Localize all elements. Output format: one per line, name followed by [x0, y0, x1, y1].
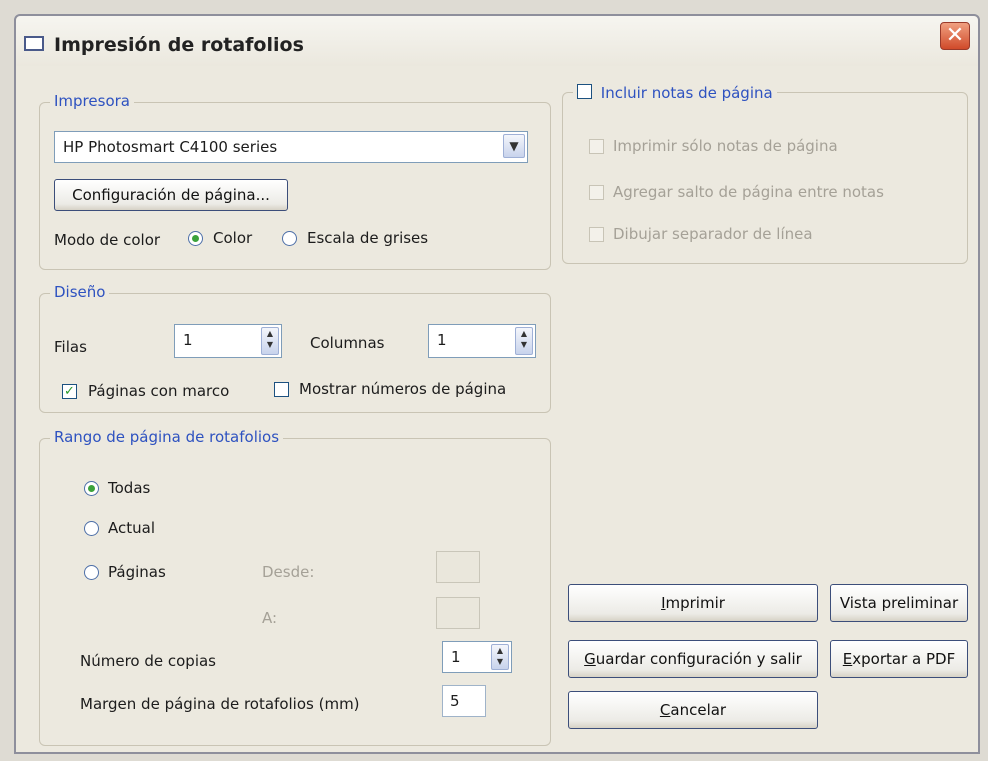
- current-page-label: Actual: [108, 519, 155, 537]
- print-button-label: mprimir: [665, 594, 725, 612]
- columns-value: 1: [437, 331, 447, 349]
- grayscale-radio-label: Escala de grises: [307, 229, 429, 247]
- printer-legend: Impresora: [50, 92, 134, 110]
- print-flipchart-dialog: Impresión de rotafolios ✕ Impresora HP P…: [14, 14, 980, 754]
- page-range-group: Rango de página de rotafolios Todas Actu…: [39, 428, 551, 746]
- columns-stepper[interactable]: 1 ▲ ▼: [428, 324, 536, 358]
- printer-select[interactable]: HP Photosmart C4100 series ▼: [54, 131, 528, 163]
- color-mode-label: Modo de color: [54, 231, 161, 249]
- page-break-checkbox[interactable]: [589, 185, 604, 200]
- line-separator-label: Dibujar separador de línea: [613, 225, 813, 243]
- save-settings-exit-button[interactable]: Guardar configuración y salir: [568, 640, 818, 678]
- show-page-numbers-checkbox[interactable]: [274, 382, 289, 397]
- page-setup-button[interactable]: Configuración de página...: [54, 179, 288, 211]
- print-only-notes-label: Imprimir sólo notas de página: [613, 137, 838, 155]
- window-icon: [24, 36, 44, 51]
- color-radio-label: Color: [213, 229, 253, 247]
- print-button[interactable]: Imprimir: [568, 584, 818, 622]
- export-button-label: xportar a PDF: [852, 650, 956, 668]
- printer-select-value: HP Photosmart C4100 series: [63, 138, 278, 156]
- save-button-mnemonic: G: [584, 650, 596, 668]
- pages-radio[interactable]: [84, 565, 99, 580]
- pages-label: Páginas: [108, 563, 166, 581]
- copies-label: Número de copias: [80, 652, 216, 670]
- window-title: Impresión de rotafolios: [54, 34, 304, 56]
- rows-stepper[interactable]: 1 ▲ ▼: [174, 324, 282, 358]
- print-only-notes-checkbox[interactable]: [589, 139, 604, 154]
- copies-value: 1: [451, 648, 461, 666]
- stepper-arrows-icon[interactable]: ▲ ▼: [261, 327, 279, 355]
- framed-pages-checkbox[interactable]: ✓: [62, 384, 77, 399]
- design-legend: Diseño: [50, 283, 110, 301]
- stepper-arrows-icon[interactable]: ▲ ▼: [491, 644, 509, 670]
- margin-input[interactable]: 5: [442, 685, 486, 717]
- save-button-label: uardar configuración y salir: [595, 650, 802, 668]
- export-button-mnemonic: E: [842, 650, 853, 668]
- cancel-button-label: ancelar: [670, 701, 727, 719]
- cancel-button[interactable]: Cancelar: [568, 691, 818, 729]
- chevron-down-icon[interactable]: ▼: [503, 134, 525, 158]
- include-notes-label: Incluir notas de página: [600, 83, 773, 102]
- design-group: Diseño Filas 1 ▲ ▼ Columnas 1 ▲ ▼ ✓ Página…: [39, 283, 551, 413]
- copies-stepper[interactable]: 1 ▲ ▼: [442, 641, 512, 673]
- margin-value: 5: [450, 692, 460, 710]
- to-label: A:: [262, 609, 278, 627]
- line-separator-checkbox[interactable]: [589, 227, 604, 242]
- current-page-radio[interactable]: [84, 521, 99, 536]
- rows-label: Filas: [54, 338, 87, 356]
- all-pages-label: Todas: [108, 479, 151, 497]
- grayscale-radio[interactable]: [282, 231, 297, 246]
- to-page-input[interactable]: [436, 597, 480, 629]
- notes-group: Incluir notas de página Imprimir sólo no…: [562, 83, 968, 264]
- rows-value: 1: [183, 331, 193, 349]
- stepper-arrows-icon[interactable]: ▲ ▼: [515, 327, 533, 355]
- printer-group: Impresora HP Photosmart C4100 series ▼ C…: [39, 92, 551, 270]
- margin-label: Margen de página de rotafolios (mm): [80, 695, 360, 713]
- all-pages-radio[interactable]: [84, 481, 99, 496]
- show-page-numbers-label: Mostrar números de página: [299, 380, 507, 398]
- color-radio[interactable]: [188, 231, 203, 246]
- page-break-label: Agregar salto de página entre notas: [613, 183, 884, 201]
- from-label: Desde:: [262, 563, 315, 581]
- cancel-button-mnemonic: C: [659, 701, 671, 719]
- include-notes-checkbox[interactable]: [577, 84, 592, 99]
- from-page-input[interactable]: [436, 551, 480, 583]
- close-button[interactable]: ✕: [940, 22, 970, 50]
- columns-label: Columnas: [310, 334, 385, 352]
- preview-button[interactable]: Vista preliminar: [830, 584, 968, 622]
- export-pdf-button[interactable]: Exportar a PDF: [830, 640, 968, 678]
- title-bar[interactable]: Impresión de rotafolios ✕: [16, 16, 978, 66]
- page-range-legend: Rango de página de rotafolios: [50, 428, 284, 446]
- notes-legend: Incluir notas de página: [573, 83, 777, 102]
- framed-pages-label: Páginas con marco: [88, 382, 230, 400]
